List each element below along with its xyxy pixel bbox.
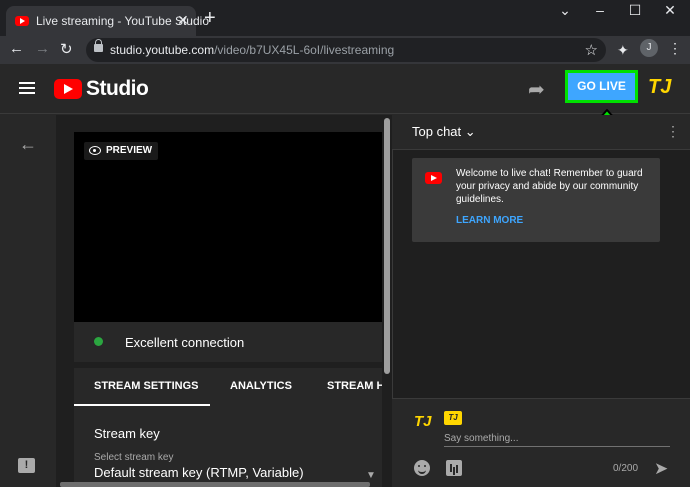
horizontal-scrollbar[interactable] <box>60 482 370 487</box>
close-window-icon[interactable]: ✕ <box>655 2 685 19</box>
url-text: studio.youtube.com/video/b7UX45L-6oI/liv… <box>110 43 394 57</box>
tab-analytics[interactable]: ANALYTICS <box>230 380 292 392</box>
tab-stream-health[interactable]: STREAM H <box>327 380 382 392</box>
chat-mode-dropdown[interactable]: Top chat ⌄ <box>412 124 476 140</box>
new-tab-icon[interactable]: + <box>204 8 216 28</box>
tab-search-chevron-icon[interactable]: ⌄ <box>550 2 580 19</box>
browser-menu-icon[interactable]: ⋮ <box>668 40 682 57</box>
back-arrow-icon[interactable]: ← <box>19 134 37 155</box>
emoji-icon[interactable] <box>414 460 430 476</box>
connection-status-dot <box>94 337 103 346</box>
profile-avatar[interactable]: J <box>640 39 658 57</box>
feedback-icon[interactable]: ! <box>18 458 35 473</box>
stream-tabs: STREAM SETTINGS ANALYTICS STREAM H <box>74 368 382 406</box>
char-count: 0/200 <box>613 463 639 474</box>
chat-user-avatar: TJ <box>414 413 432 430</box>
stream-key-heading: Stream key <box>94 426 160 441</box>
eye-icon <box>89 146 101 155</box>
maximize-icon[interactable]: ☐ <box>620 2 650 19</box>
browser-toolbar: ← → ↻ studio.youtube.com/video/b7UX45L-6… <box>0 36 690 64</box>
channel-avatar[interactable]: TJ <box>648 76 671 99</box>
vertical-scrollbar[interactable] <box>384 118 390 374</box>
reload-icon[interactable]: ↻ <box>60 40 73 58</box>
select-stream-key-label: Select stream key <box>94 452 174 463</box>
stream-preview <box>74 132 382 322</box>
url-host: studio.youtube.com <box>110 43 215 57</box>
more-vert-icon[interactable]: ⋮ <box>666 123 680 140</box>
forward-arrow-icon[interactable]: → <box>35 40 50 57</box>
hamburger-menu-icon[interactable] <box>19 82 35 94</box>
stream-key-select[interactable]: Default stream key (RTMP, Variable) <box>94 465 304 480</box>
connection-status-text: Excellent connection <box>125 335 245 350</box>
youtube-logo-icon <box>425 172 442 184</box>
welcome-message: Welcome to live chat! Remember to guard … <box>456 168 643 205</box>
browser-tab[interactable]: Live streaming - YouTube Studio ✕ <box>6 6 209 36</box>
back-arrow-icon[interactable]: ← <box>9 40 24 57</box>
go-live-button[interactable]: GO LIVE <box>565 70 638 103</box>
chat-user-badge: TJ <box>444 411 462 425</box>
youtube-logo-icon[interactable] <box>54 79 82 99</box>
youtube-favicon-icon <box>15 16 29 26</box>
browser-titlebar: Live streaming - YouTube Studio ✕ + ⌄ – … <box>0 0 690 36</box>
chevron-down-icon: ⌄ <box>464 124 476 139</box>
poll-icon[interactable] <box>446 460 462 476</box>
lock-icon <box>94 39 103 52</box>
learn-more-link[interactable]: LEARN MORE <box>456 215 523 226</box>
chat-mode-label: Top chat <box>412 124 462 139</box>
chat-message-input[interactable] <box>444 431 670 447</box>
tab-stream-settings[interactable]: STREAM SETTINGS <box>94 380 199 392</box>
address-bar[interactable]: studio.youtube.com/video/b7UX45L-6oI/liv… <box>86 38 606 62</box>
left-nav <box>0 115 56 487</box>
studio-wordmark: Studio <box>86 77 149 100</box>
share-arrow-icon[interactable]: ➦ <box>528 77 545 102</box>
chevron-down-icon[interactable]: ▼ <box>366 470 376 481</box>
tab-close-icon[interactable]: ✕ <box>177 12 189 29</box>
send-icon[interactable]: ➤ <box>654 459 668 479</box>
url-path: /video/b7UX45L-6oI/livestreaming <box>214 43 395 57</box>
minimize-icon[interactable]: – <box>585 2 615 18</box>
extensions-puzzle-icon[interactable]: ✦ <box>617 42 629 59</box>
bookmark-star-icon[interactable]: ☆ <box>585 41 598 59</box>
